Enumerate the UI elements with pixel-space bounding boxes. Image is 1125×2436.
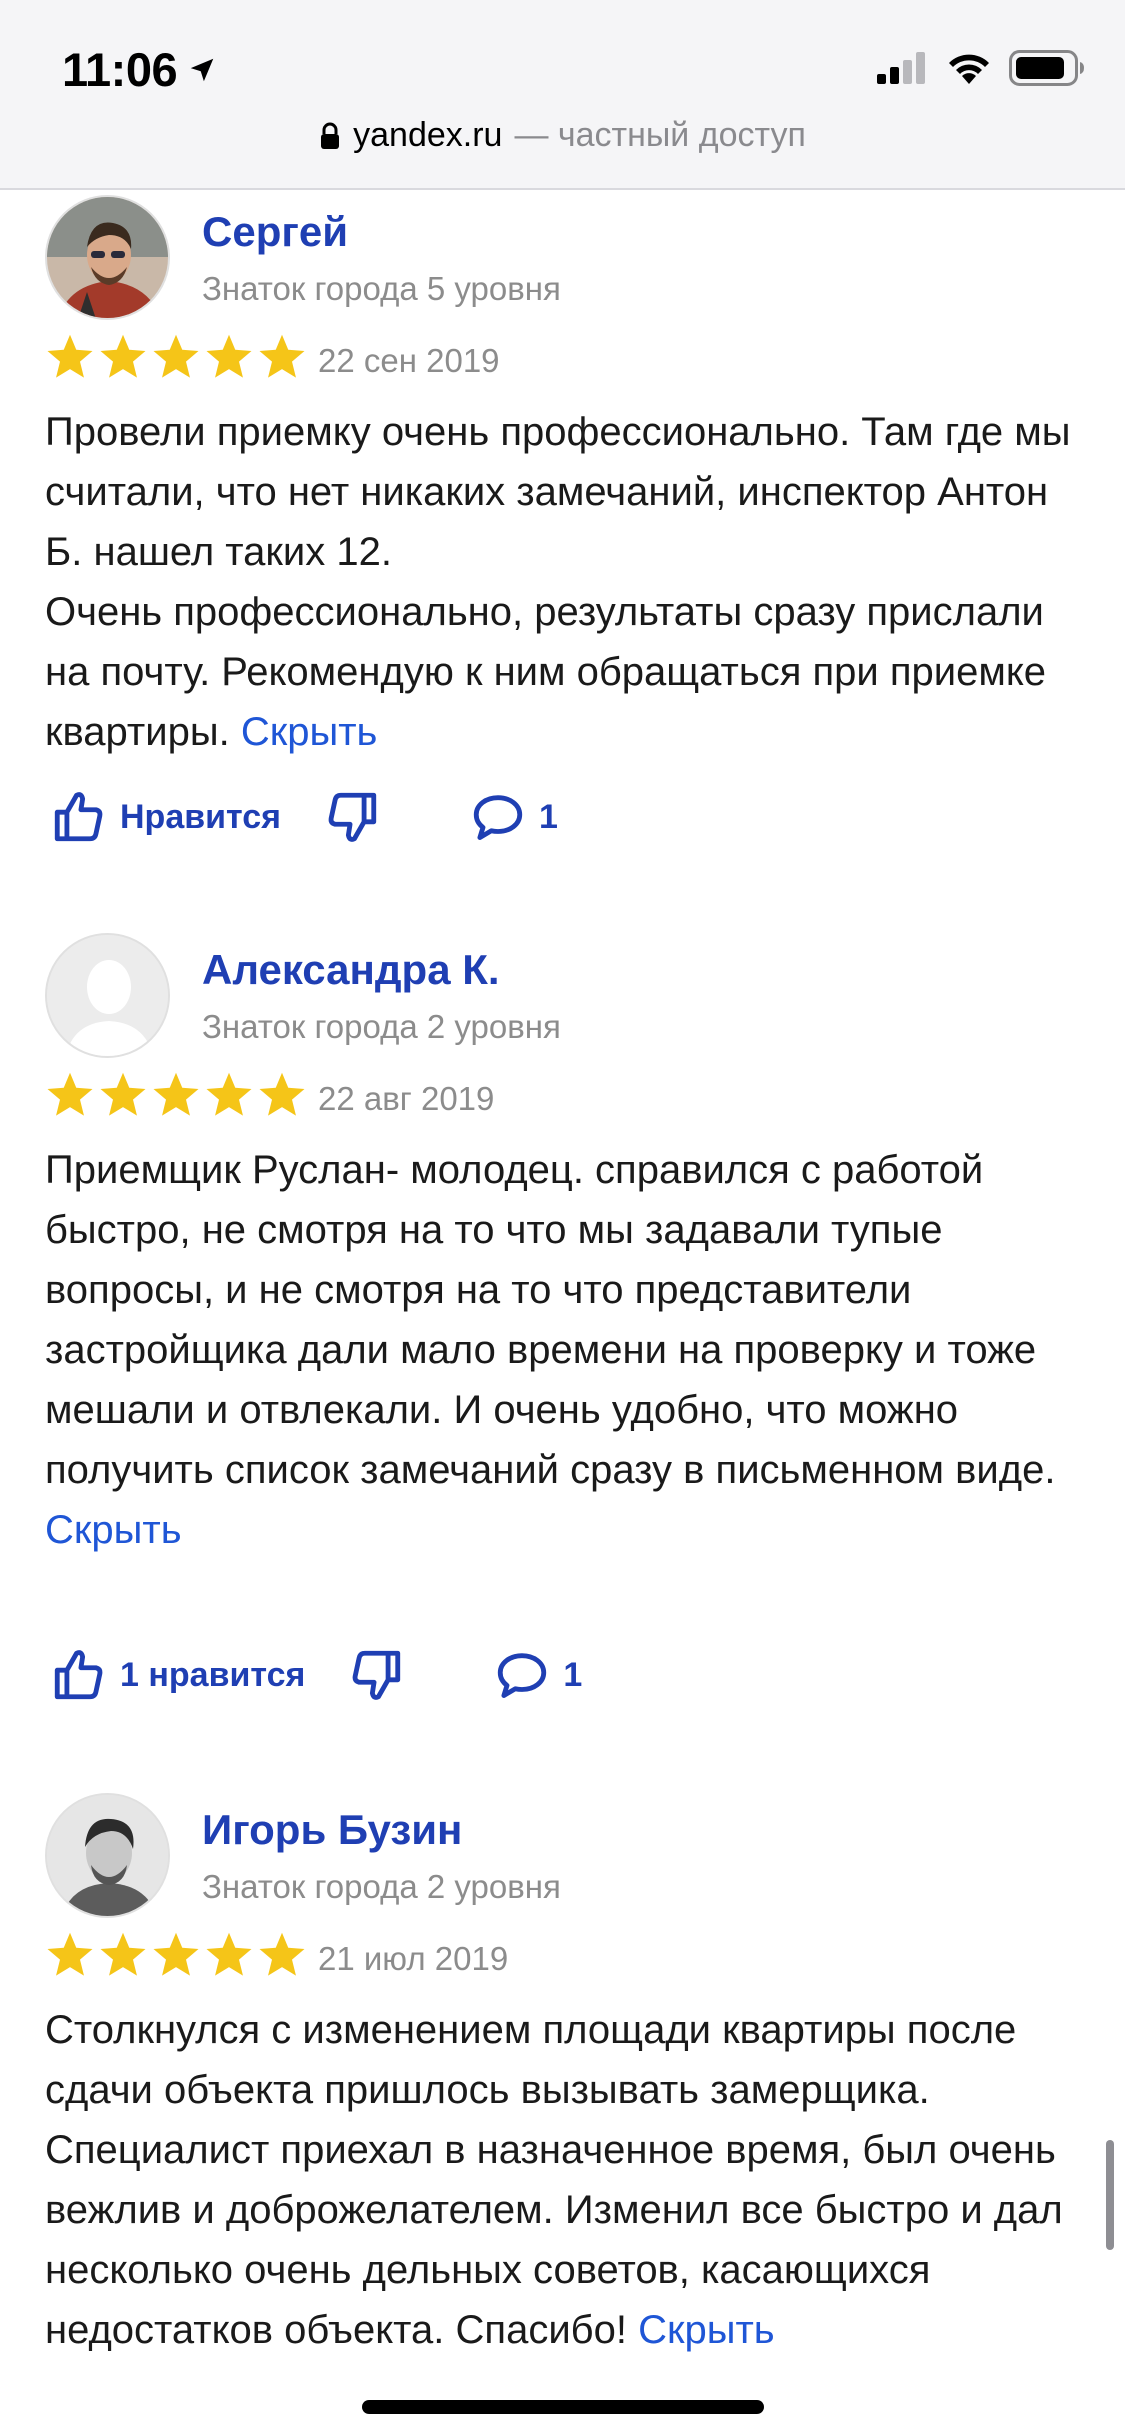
review-author-level: Знаток города 5 уровня bbox=[202, 270, 561, 307]
star-icon bbox=[206, 334, 252, 378]
review-text-body: Провели приемку очень профессионально. Т… bbox=[45, 410, 1071, 754]
star-icon bbox=[153, 1932, 199, 1976]
star-icon bbox=[153, 334, 199, 378]
star-icon bbox=[100, 334, 146, 378]
review-author[interactable]: Александра К. bbox=[202, 946, 500, 994]
comment-bubble-icon bbox=[473, 795, 523, 840]
review-text: Столкнулся с изменением площади квартиры… bbox=[45, 2000, 1085, 2360]
review-author[interactable]: Сергей bbox=[202, 208, 348, 256]
star-icon bbox=[259, 334, 305, 378]
user-photo-icon bbox=[47, 197, 168, 318]
dislike-button[interactable] bbox=[347, 1646, 405, 1704]
thumbs-up-icon bbox=[54, 1650, 103, 1700]
review-actions: 1 нравится 1 bbox=[50, 1646, 582, 1704]
star-icon bbox=[47, 1072, 93, 1116]
star-icon bbox=[206, 1072, 252, 1116]
review-author-level: Знаток города 2 уровня bbox=[202, 1008, 561, 1045]
url-bar[interactable]: yandex.ru — частный доступ bbox=[0, 116, 1125, 155]
star-icon bbox=[47, 1932, 93, 1976]
comments-button[interactable]: 1 bbox=[493, 1646, 582, 1704]
location-arrow-icon bbox=[190, 58, 214, 81]
review-date: 22 сен 2019 bbox=[318, 342, 500, 379]
comments-count: 1 bbox=[539, 797, 558, 836]
review-date: 21 июл 2019 bbox=[318, 1940, 509, 1977]
rating-stars bbox=[45, 1931, 307, 1979]
thumbs-up-icon bbox=[54, 792, 103, 842]
status-time-text: 11:06 bbox=[62, 43, 178, 96]
review-text: Провели приемку очень профессионально. Т… bbox=[45, 402, 1085, 762]
avatar[interactable] bbox=[45, 933, 170, 1058]
thumbs-down-icon bbox=[328, 792, 377, 842]
review-text: Приемщик Руслан- молодец. справился с ра… bbox=[45, 1140, 1085, 1560]
comments-button[interactable]: 1 bbox=[469, 788, 558, 846]
hide-review-link[interactable]: Скрыть bbox=[241, 710, 378, 754]
cellular-signal-icon bbox=[877, 52, 925, 84]
browser-top-bar: 11:06 yandex.ru — частный доступ bbox=[0, 0, 1125, 190]
star-icon bbox=[206, 1932, 252, 1976]
star-icon bbox=[100, 1932, 146, 1976]
star-icon bbox=[153, 1072, 199, 1116]
default-avatar-icon bbox=[47, 935, 168, 1056]
review-actions: Нравится 1 bbox=[50, 788, 558, 846]
like-label: 1 нравится bbox=[120, 1655, 306, 1694]
like-label: Нравится bbox=[120, 797, 281, 836]
review-text-body: Столкнулся с изменением площади квартиры… bbox=[45, 2008, 1063, 2352]
battery-icon bbox=[1009, 50, 1084, 86]
rating-stars bbox=[45, 1071, 307, 1119]
star-icon bbox=[100, 1072, 146, 1116]
review-author-level: Знаток города 2 уровня bbox=[202, 1868, 561, 1905]
star-icon bbox=[259, 1072, 305, 1116]
like-button[interactable]: Нравится bbox=[50, 788, 281, 846]
home-indicator[interactable] bbox=[362, 2400, 764, 2414]
comment-bubble-icon bbox=[498, 1653, 547, 1698]
scrollbar[interactable] bbox=[1106, 2140, 1114, 2250]
like-button[interactable]: 1 нравится bbox=[50, 1646, 305, 1704]
user-photo-icon bbox=[47, 1795, 168, 1916]
review-author[interactable]: Игорь Бузин bbox=[202, 1806, 462, 1854]
star-icon bbox=[259, 1932, 305, 1976]
star-icon bbox=[47, 334, 93, 378]
url-suffix: — частный доступ bbox=[514, 116, 806, 154]
review-date: 22 авг 2019 bbox=[318, 1080, 495, 1117]
thumbs-down-icon bbox=[352, 1650, 401, 1700]
avatar[interactable] bbox=[45, 1793, 170, 1918]
comments-count: 1 bbox=[563, 1655, 583, 1694]
dislike-button[interactable] bbox=[323, 788, 381, 846]
wifi-icon bbox=[949, 54, 989, 84]
hide-review-link[interactable]: Скрыть bbox=[45, 1508, 182, 1552]
hide-review-link[interactable]: Скрыть bbox=[638, 2308, 775, 2352]
avatar[interactable] bbox=[45, 195, 170, 320]
status-time: 11:06 bbox=[62, 42, 217, 97]
lock-icon bbox=[321, 122, 340, 149]
url-domain: yandex.ru bbox=[353, 116, 503, 154]
rating-stars bbox=[45, 333, 307, 381]
review-text-body: Приемщик Руслан- молодец. справился с ра… bbox=[45, 1148, 1056, 1492]
status-icons bbox=[877, 50, 1085, 86]
